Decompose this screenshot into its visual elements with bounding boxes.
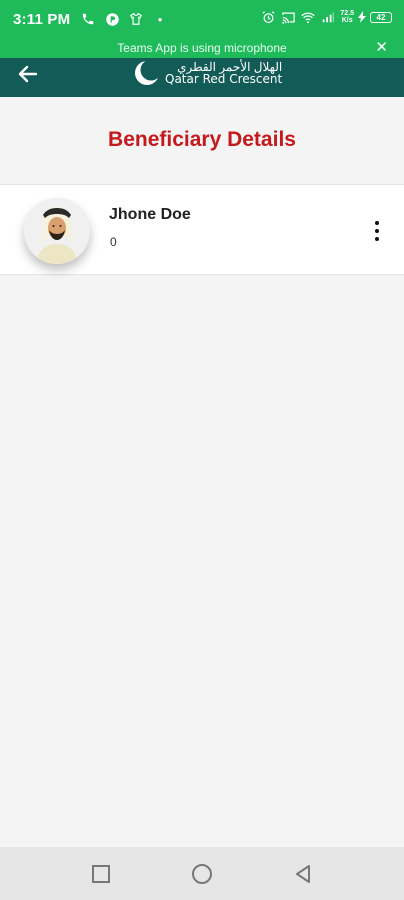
menu-dot (375, 229, 379, 233)
crescent-logo-icon (135, 59, 161, 85)
beneficiary-name: Jhone Doe (109, 206, 191, 223)
man-with-ghutra-avatar (24, 198, 90, 264)
mic-usage-text: Teams App is using microphone (117, 41, 287, 55)
logo-text: الهلال الأحمر القطري Qatar Red Crescent (165, 61, 282, 85)
menu-dot (375, 221, 379, 225)
close-icon[interactable]: ✕ (375, 38, 388, 58)
speed-unit: K/s (341, 17, 353, 24)
network-speed: 72.5 K/s (340, 10, 354, 24)
beneficiary-subtitle: 0 (110, 235, 117, 249)
qrc-logo: الهلال الأحمر القطري Qatar Red Crescent (133, 58, 282, 88)
mic-usage-banner[interactable]: Teams App is using microphone ✕ (0, 38, 404, 58)
alarm-icon (260, 9, 276, 25)
phone-icon (80, 11, 96, 27)
notification-dot: • (157, 11, 163, 27)
wifi-icon (300, 9, 316, 25)
signal-icon (320, 9, 336, 25)
status-bar: 3:11 PM • 72.5 K/s 42 (0, 0, 404, 38)
home-circle-icon[interactable] (191, 863, 213, 885)
menu-dot (375, 237, 379, 241)
recents-square-icon[interactable] (90, 863, 112, 885)
system-nav-bar (0, 847, 404, 900)
page-title: Beneficiary Details (108, 128, 296, 151)
app-bar: الهلال الأحمر القطري Qatar Red Crescent (0, 58, 404, 97)
status-time: 3:11 PM (13, 11, 71, 28)
status-icons-left: • (80, 11, 168, 27)
charging-icon (358, 9, 366, 25)
back-triangle-icon[interactable] (292, 863, 314, 885)
battery-icon: 42 (370, 11, 392, 23)
beneficiary-card[interactable]: Jhone Doe 0 (0, 184, 404, 275)
logo-english-text: Qatar Red Crescent (165, 72, 283, 86)
back-arrow-icon[interactable] (14, 62, 42, 86)
battery-level: 42 (376, 12, 386, 22)
more-options-icon[interactable] (370, 221, 384, 241)
app-p-icon (104, 11, 120, 27)
speed-value: 72.5 (340, 10, 354, 17)
status-icons-right: 72.5 K/s 42 (260, 9, 392, 25)
shirt-icon (128, 11, 144, 27)
cast-icon (280, 9, 296, 25)
